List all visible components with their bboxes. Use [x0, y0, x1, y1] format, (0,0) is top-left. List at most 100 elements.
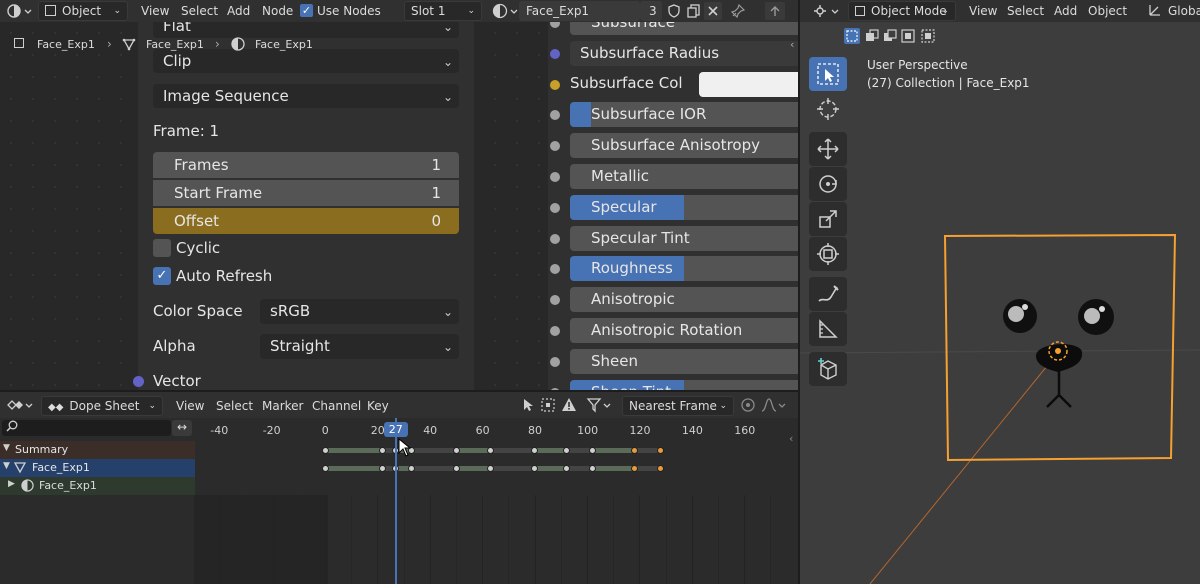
menu-node[interactable]: Node: [262, 4, 293, 18]
menu-key[interactable]: Key: [367, 399, 389, 413]
image-texture-node[interactable]: Flat ⌄ Clip ⌄ Image Sequence ⌄ Frame: 1 …: [138, 0, 474, 390]
filter-icon[interactable]: [586, 397, 614, 413]
fake-user-icon[interactable]: [666, 3, 682, 19]
sidebar-toggle-icon[interactable]: ‹: [789, 432, 793, 445]
subsurface-anisotropy-field[interactable]: Subsurface Anisotropy: [570, 133, 798, 159]
sheen-tint-field[interactable]: Sheen Tint: [570, 379, 798, 390]
subsurface-radius-socket[interactable]: [550, 48, 560, 59]
add-cube-tool-button[interactable]: [809, 352, 847, 386]
frame-ruler[interactable]: [195, 418, 798, 438]
specular-field[interactable]: Specular: [570, 194, 798, 220]
subsurface-col-socket[interactable]: [550, 79, 560, 90]
vector-socket[interactable]: [133, 376, 144, 387]
anisotropic-field[interactable]: Anisotropic: [570, 287, 798, 313]
menu-select[interactable]: Select: [1007, 4, 1044, 18]
sheen-field[interactable]: Sheen: [570, 348, 798, 374]
collapse-triangle-icon[interactable]: ▼: [3, 443, 10, 453]
extension-dropdown[interactable]: Clip ⌄: [153, 49, 459, 73]
3d-viewport[interactable]: Object Mode ⌄ View Select Add Object Glo…: [800, 0, 1200, 584]
pin-icon[interactable]: [730, 3, 746, 19]
move-tool-button[interactable]: [809, 132, 847, 166]
anisotropic-rotation-field[interactable]: Anisotropic Rotation: [570, 318, 798, 343]
menu-view[interactable]: View: [141, 4, 169, 18]
channel-search-input[interactable]: [2, 420, 171, 436]
expand-triangle-icon[interactable]: ▶: [8, 479, 15, 489]
specular-tint-socket[interactable]: [550, 233, 560, 244]
warning-icon[interactable]: [561, 397, 577, 413]
specular-socket[interactable]: [550, 202, 560, 213]
cursor-tool-button[interactable]: [809, 92, 847, 126]
mode-dropdown[interactable]: ◆◆ Dope Sheet ⌄: [41, 396, 163, 416]
orientation-value[interactable]: Global: [1168, 4, 1200, 18]
box-select-icon[interactable]: [540, 397, 556, 413]
menu-view[interactable]: View: [969, 4, 997, 18]
parent-node-tree-icon[interactable]: [765, 2, 785, 20]
offset-field[interactable]: Offset 0: [153, 208, 459, 234]
cyclic-checkbox[interactable]: [153, 239, 171, 257]
metallic-field[interactable]: Metallic: [570, 164, 798, 189]
subsurface-ior-field[interactable]: Subsurface IOR: [570, 102, 798, 128]
falloff-icon[interactable]: [760, 397, 788, 413]
select-invert-icon[interactable]: [900, 28, 916, 47]
select-intersect-icon[interactable]: [920, 28, 936, 47]
anisotropic-rotation-socket[interactable]: [550, 326, 560, 336]
alpha-dropdown[interactable]: Straight ⌄: [260, 334, 459, 359]
material-name-field[interactable]: Face_Exp1: [519, 1, 640, 21]
use-nodes-checkbox[interactable]: ✓: [300, 4, 313, 17]
principled-bsdf-node[interactable]: Subsurface Subsurface Radius Subsurface Co…: [548, 0, 798, 390]
measure-tool-button[interactable]: [809, 312, 847, 346]
annotate-tool-button[interactable]: [809, 277, 847, 311]
subsurface-radius-field[interactable]: Subsurface Radius: [570, 40, 798, 66]
sheen-socket[interactable]: [550, 356, 560, 367]
color-space-dropdown[interactable]: sRGB ⌄: [260, 299, 459, 324]
sheen-tint-socket[interactable]: [550, 387, 560, 390]
object-mode-dropdown[interactable]: Object Mode ⌄: [848, 1, 956, 21]
roughness-field[interactable]: Roughness: [570, 256, 798, 282]
source-dropdown[interactable]: Image Sequence ⌄: [153, 84, 459, 108]
collapse-arrow-icon[interactable]: ‹: [790, 38, 794, 51]
material-browse-icon[interactable]: [492, 3, 518, 19]
editor-type-icon[interactable]: [6, 3, 32, 19]
specular-tint-field[interactable]: Specular Tint: [570, 225, 798, 251]
menu-select[interactable]: Select: [216, 399, 253, 413]
menu-add[interactable]: Add: [1054, 4, 1077, 18]
rotate-tool-button[interactable]: [809, 167, 847, 201]
unlink-icon[interactable]: [704, 2, 722, 20]
anisotropic-socket[interactable]: [550, 295, 560, 306]
playhead-line[interactable]: [394, 418, 397, 584]
metallic-socket[interactable]: [550, 172, 560, 182]
frames-field[interactable]: Frames 1: [153, 152, 459, 178]
transform-tool-button[interactable]: [809, 237, 847, 271]
menu-select[interactable]: Select: [181, 4, 218, 18]
duplicate-icon[interactable]: [686, 3, 702, 19]
auto-refresh-checkbox[interactable]: ✓: [153, 267, 171, 285]
frame-tick-label: 40: [423, 424, 438, 437]
cursor-select-icon[interactable]: [520, 397, 536, 413]
collapse-triangle-icon[interactable]: ▼: [3, 461, 10, 471]
slot-dropdown[interactable]: Slot 1 ⌄: [404, 1, 482, 21]
select-new-icon[interactable]: [844, 28, 860, 44]
start-frame-field[interactable]: Start Frame 1: [153, 180, 459, 206]
select-tool-button[interactable]: [809, 57, 847, 91]
proportional-editing-icon[interactable]: [740, 397, 756, 413]
editor-type-icon[interactable]: [6, 397, 34, 413]
roughness-socket[interactable]: [550, 264, 560, 275]
menu-object[interactable]: Object: [1088, 4, 1127, 18]
scale-tool-button[interactable]: [809, 202, 847, 236]
menu-view[interactable]: View: [176, 399, 204, 413]
object-type-dropdown[interactable]: Object ⌄: [38, 1, 128, 21]
select-subtract-icon[interactable]: [882, 28, 898, 47]
current-frame-indicator[interactable]: 27: [383, 422, 408, 437]
user-count-button[interactable]: 3: [640, 1, 662, 21]
snap-dropdown[interactable]: Nearest Frame ⌄: [622, 396, 734, 416]
subsurface-col-color-swatch[interactable]: [699, 71, 798, 97]
sync-length-icon[interactable]: ↔: [172, 420, 192, 436]
menu-add[interactable]: Add: [227, 4, 250, 18]
subsurface-anisotropy-socket[interactable]: [550, 141, 560, 152]
subsurface-ior-socket[interactable]: [550, 110, 560, 121]
select-extend-icon[interactable]: [864, 28, 880, 47]
editor-type-icon[interactable]: [812, 3, 842, 19]
menu-channel[interactable]: Channel: [312, 399, 361, 413]
menu-marker[interactable]: Marker: [262, 399, 303, 413]
transform-orientation-icon[interactable]: [1148, 3, 1162, 20]
